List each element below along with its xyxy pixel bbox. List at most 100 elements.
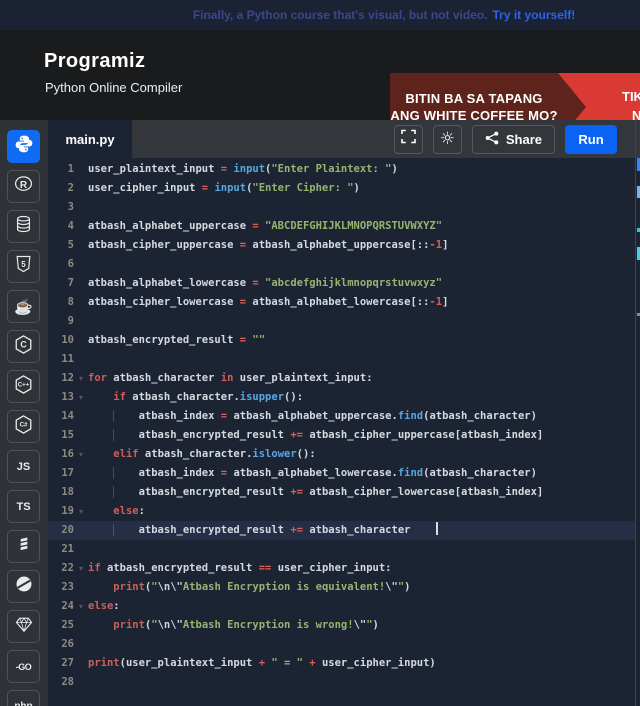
sidebar-item-python[interactable] bbox=[7, 130, 40, 163]
ts-icon: TS bbox=[16, 501, 30, 513]
code-line: 4atbash_alphabet_uppercase = "ABCDEFGHIJ… bbox=[48, 217, 635, 236]
c-icon: C bbox=[13, 334, 34, 360]
tab-main-py[interactable]: main.py bbox=[48, 120, 132, 158]
csharp-icon: C# bbox=[13, 414, 34, 440]
code-line: 15 atbash_encrypted_result += atbash_cip… bbox=[48, 426, 635, 445]
python-icon bbox=[14, 134, 34, 159]
ad-line1: BITIN BA SA TAPANG bbox=[405, 90, 542, 107]
line-number: 8 bbox=[48, 293, 74, 312]
sidebar-item-cpp[interactable]: C++ bbox=[7, 370, 40, 403]
main-panel: main.py ☼ Share Run 1user_plaintext_inpu… bbox=[48, 120, 635, 706]
sidebar-item-sql[interactable] bbox=[7, 210, 40, 243]
line-number: 15 bbox=[48, 426, 74, 445]
line-number: 10 bbox=[48, 331, 74, 350]
swift-icon bbox=[14, 574, 34, 599]
svg-text:C++: C++ bbox=[18, 381, 30, 388]
fold-toggle-icon bbox=[74, 635, 88, 654]
line-number: 21 bbox=[48, 540, 74, 559]
code-editor[interactable]: 1user_plaintext_input = input("Enter Pla… bbox=[48, 158, 635, 706]
sidebar-item-go[interactable]: -GO bbox=[7, 650, 40, 683]
code-line: 9 bbox=[48, 312, 635, 331]
output-panel-edge bbox=[635, 120, 640, 706]
line-number: 12 bbox=[48, 369, 74, 388]
programiz-logo[interactable]: Programiz bbox=[44, 50, 145, 73]
go-icon: -GO bbox=[16, 662, 32, 672]
fold-toggle-icon[interactable]: ▾ bbox=[74, 369, 88, 388]
sidebar-item-csharp[interactable]: C# bbox=[7, 410, 40, 443]
code-line: 8atbash_cipher_lowercase = atbash_alphab… bbox=[48, 293, 635, 312]
sidebar-item-scala[interactable] bbox=[7, 530, 40, 563]
sun-icon: ☼ bbox=[440, 131, 455, 148]
svg-text:R: R bbox=[20, 180, 28, 191]
scala-icon bbox=[16, 534, 32, 559]
theme-toggle-button[interactable]: ☼ bbox=[433, 125, 462, 154]
fold-toggle-icon bbox=[74, 616, 88, 635]
line-number: 28 bbox=[48, 673, 74, 692]
code-line: 19▾ else: bbox=[48, 502, 635, 521]
line-number: 2 bbox=[48, 179, 74, 198]
r-icon: R bbox=[13, 174, 34, 199]
line-number: 22 bbox=[48, 559, 74, 578]
fold-toggle-icon bbox=[74, 331, 88, 350]
fold-toggle-icon bbox=[74, 236, 88, 255]
fold-toggle-icon bbox=[74, 426, 88, 445]
sidebar-item-html[interactable]: 5 bbox=[7, 250, 40, 283]
header: Programiz Python Online Compiler BITIN B… bbox=[0, 30, 640, 120]
share-button[interactable]: Share bbox=[472, 125, 555, 154]
line-number: 14 bbox=[48, 407, 74, 426]
sidebar-item-c[interactable]: C bbox=[7, 330, 40, 363]
fold-toggle-icon bbox=[74, 255, 88, 274]
fold-toggle-icon[interactable]: ▾ bbox=[74, 388, 88, 407]
line-number: 19 bbox=[48, 502, 74, 521]
sidebar-item-php[interactable]: php bbox=[7, 690, 40, 706]
run-button[interactable]: Run bbox=[565, 125, 617, 154]
php-icon: php bbox=[14, 701, 32, 706]
svg-text:C#: C# bbox=[20, 421, 28, 428]
fullscreen-icon bbox=[401, 129, 416, 149]
line-number: 5 bbox=[48, 236, 74, 255]
line-number: 25 bbox=[48, 616, 74, 635]
text-cursor bbox=[436, 522, 438, 535]
sidebar-item-ruby[interactable] bbox=[7, 610, 40, 643]
code-line: 28 bbox=[48, 673, 635, 692]
share-icon bbox=[485, 131, 499, 148]
fold-toggle-icon[interactable]: ▾ bbox=[74, 559, 88, 578]
line-number: 9 bbox=[48, 312, 74, 331]
fold-toggle-icon bbox=[74, 179, 88, 198]
code-line: 25 print("\n\"Atbash Encryption is wrong… bbox=[48, 616, 635, 635]
promo-link[interactable]: Try it yourself! bbox=[493, 8, 576, 22]
sidebar-item-r[interactable]: R bbox=[7, 170, 40, 203]
code-line: 23 print("\n\"Atbash Encryption is equiv… bbox=[48, 578, 635, 597]
code-line: 2user_cipher_input = input("Enter Cipher… bbox=[48, 179, 635, 198]
fold-toggle-icon bbox=[74, 293, 88, 312]
code-line: 21 bbox=[48, 540, 635, 559]
sidebar-item-js[interactable]: JS bbox=[7, 450, 40, 483]
java-icon: ☕ bbox=[14, 298, 33, 316]
fold-toggle-icon bbox=[74, 217, 88, 236]
promo-text: Finally, a Python course that's visual, … bbox=[193, 8, 488, 22]
html-icon: 5 bbox=[14, 254, 33, 279]
line-number: 6 bbox=[48, 255, 74, 274]
fold-toggle-icon[interactable]: ▾ bbox=[74, 445, 88, 464]
line-number: 13 bbox=[48, 388, 74, 407]
line-number: 3 bbox=[48, 198, 74, 217]
editor-toolbar: main.py ☼ Share Run bbox=[48, 120, 635, 158]
code-line: 13▾ if atbash_character.isupper(): bbox=[48, 388, 635, 407]
code-line: 24▾else: bbox=[48, 597, 635, 616]
code-line: 18 atbash_encrypted_result += atbash_cip… bbox=[48, 483, 635, 502]
fold-toggle-icon bbox=[74, 654, 88, 673]
toolbar-actions: ☼ Share Run bbox=[394, 125, 635, 154]
page-title: Python Online Compiler bbox=[45, 80, 182, 95]
sidebar-item-ts[interactable]: TS bbox=[7, 490, 40, 523]
language-sidebar: R 5 ☕ C C++ C# JS TS -GO php bbox=[0, 120, 48, 706]
code-line: 10atbash_encrypted_result = "" bbox=[48, 331, 635, 350]
fold-toggle-icon[interactable]: ▾ bbox=[74, 597, 88, 616]
sidebar-item-swift[interactable] bbox=[7, 570, 40, 603]
fold-toggle-icon[interactable]: ▾ bbox=[74, 502, 88, 521]
fold-toggle-icon bbox=[74, 483, 88, 502]
line-number: 20 bbox=[48, 521, 74, 540]
fold-toggle-icon bbox=[74, 274, 88, 293]
fullscreen-button[interactable] bbox=[394, 125, 423, 154]
line-number: 7 bbox=[48, 274, 74, 293]
sidebar-item-java[interactable]: ☕ bbox=[7, 290, 40, 323]
